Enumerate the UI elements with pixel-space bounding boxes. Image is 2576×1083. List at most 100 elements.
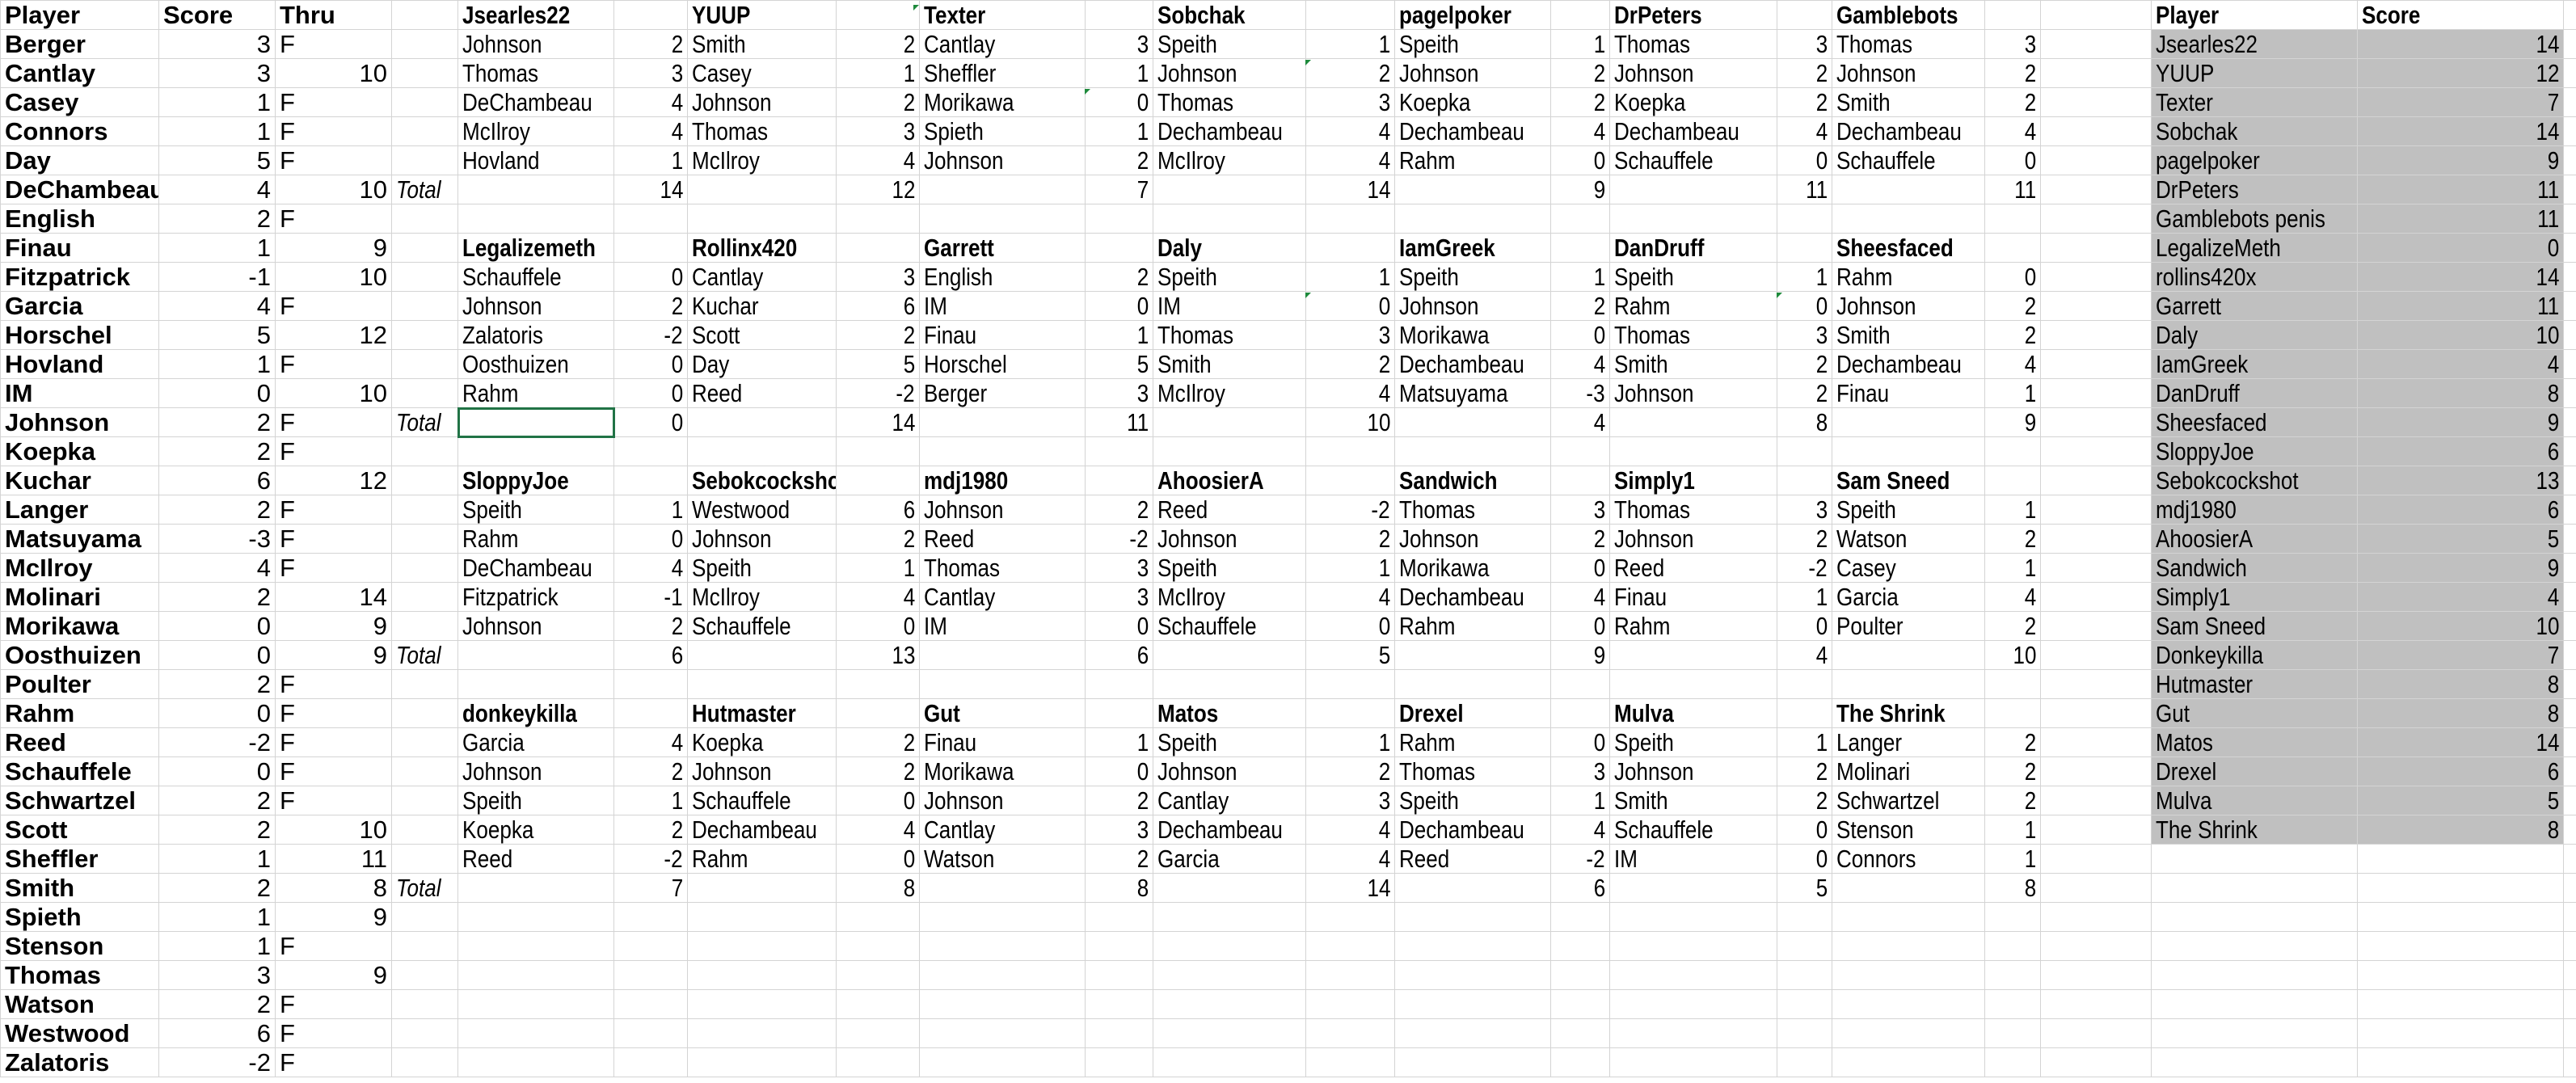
leaderboard-score-cell[interactable]: -2	[158, 1047, 276, 1077]
empty-cell[interactable]	[613, 698, 688, 728]
empty-cell[interactable]	[1609, 931, 1777, 961]
empty-cell[interactable]	[1984, 698, 2041, 728]
team-pick-score-cell[interactable]: 2	[836, 87, 920, 117]
team-pick-score-cell[interactable]: 0	[1550, 611, 1610, 641]
leaderboard-score-cell[interactable]: -1	[158, 262, 276, 292]
empty-cell[interactable]	[2040, 873, 2152, 903]
team-pick-score-cell[interactable]: 4	[836, 582, 920, 612]
empty-cell[interactable]	[2563, 291, 2576, 321]
empty-cell[interactable]	[457, 902, 614, 932]
empty-cell[interactable]	[687, 436, 837, 466]
leaderboard-player-cell[interactable]: Smith	[0, 873, 159, 903]
empty-cell[interactable]	[613, 960, 688, 990]
team-pick-golfer-cell[interactable]: Johnson	[1153, 524, 1306, 554]
empty-cell[interactable]	[1085, 204, 1153, 234]
team-pick-score-cell[interactable]: -2	[1085, 524, 1153, 554]
empty-cell[interactable]	[1609, 204, 1777, 234]
leaderboard-score-cell[interactable]: 1	[158, 116, 276, 146]
empty-cell[interactable]	[613, 902, 688, 932]
team-pick-golfer-cell[interactable]: Schwartzel	[1832, 786, 1985, 815]
empty-cell[interactable]	[2151, 902, 2358, 932]
team-name-header[interactable]: Drexel	[1394, 698, 1551, 728]
empty-cell[interactable]	[2563, 611, 2576, 641]
standings-player-cell[interactable]: Sebokcockshot	[2151, 466, 2358, 495]
leaderboard-score-cell[interactable]: 2	[158, 204, 276, 234]
empty-cell[interactable]	[457, 669, 614, 699]
empty-cell[interactable]	[1984, 989, 2041, 1019]
team-pick-score-cell[interactable]: 2	[836, 29, 920, 59]
leaderboard-score-cell[interactable]: 3	[158, 58, 276, 88]
empty-cell[interactable]	[836, 466, 920, 495]
empty-cell[interactable]	[2563, 786, 2576, 815]
empty-cell[interactable]	[613, 0, 688, 30]
empty-cell[interactable]	[457, 204, 614, 234]
team-pick-golfer-cell[interactable]: Smith	[1153, 349, 1306, 379]
team-pick-score-cell[interactable]: 2	[1984, 786, 2041, 815]
team-pick-score-cell[interactable]: 2	[1085, 145, 1153, 175]
team-total-cell[interactable]: 14	[1305, 873, 1395, 903]
empty-cell[interactable]	[1153, 1018, 1306, 1048]
team-total-cell[interactable]: 4	[1550, 407, 1610, 437]
empty-cell[interactable]	[2563, 844, 2576, 874]
leaderboard-score-cell[interactable]: 6	[158, 466, 276, 495]
standings-score-cell[interactable]: 10	[2357, 320, 2564, 350]
team-pick-golfer-cell[interactable]: Reed	[1609, 553, 1777, 583]
team-pick-score-cell[interactable]: 1	[1305, 553, 1395, 583]
leaderboard-thru-cell[interactable]: F	[275, 407, 392, 437]
empty-cell[interactable]	[1832, 960, 1985, 990]
team-total-cell[interactable]: 8	[1085, 873, 1153, 903]
team-pick-score-cell[interactable]: 3	[1305, 786, 1395, 815]
empty-cell[interactable]	[2040, 844, 2152, 874]
team-pick-score-cell[interactable]: 1	[1550, 29, 1610, 59]
team-pick-golfer-cell[interactable]: Johnson	[687, 87, 837, 117]
team-pick-score-cell[interactable]: 3	[613, 58, 688, 88]
team-pick-score-cell[interactable]: 0	[613, 349, 688, 379]
empty-cell[interactable]	[391, 349, 458, 379]
team-pick-score-cell[interactable]: 2	[836, 727, 920, 757]
empty-cell[interactable]	[613, 233, 688, 263]
standings-player-cell[interactable]: Sam Sneed	[2151, 611, 2358, 641]
leaderboard-player-cell[interactable]: Cantlay	[0, 58, 159, 88]
team-pick-score-cell[interactable]: 0	[1777, 815, 1832, 845]
team-pick-score-cell[interactable]: 3	[836, 116, 920, 146]
team-pick-golfer-cell[interactable]: Speith	[1153, 553, 1306, 583]
empty-cell[interactable]	[391, 815, 458, 845]
team-pick-golfer-cell[interactable]: Speith	[1153, 262, 1306, 292]
leaderboard-score-cell[interactable]: 0	[158, 698, 276, 728]
empty-cell[interactable]	[2357, 873, 2564, 903]
empty-cell[interactable]	[391, 87, 458, 117]
empty-cell[interactable]	[2357, 902, 2564, 932]
team-name-header[interactable]: Jsearles22	[457, 0, 614, 30]
empty-cell[interactable]	[391, 233, 458, 263]
team-pick-golfer-cell[interactable]: Dechambeau	[1832, 116, 1985, 146]
empty-cell[interactable]	[1609, 436, 1777, 466]
empty-cell[interactable]	[1153, 407, 1306, 437]
leaderboard-thru-cell[interactable]: 9	[275, 960, 392, 990]
column-header-thru[interactable]: Thru	[275, 0, 392, 30]
leaderboard-player-cell[interactable]: Thomas	[0, 960, 159, 990]
team-pick-golfer-cell[interactable]: DeChambeau	[457, 553, 614, 583]
team-pick-score-cell[interactable]: 2	[613, 815, 688, 845]
empty-cell[interactable]	[1984, 902, 2041, 932]
leaderboard-thru-cell[interactable]: F	[275, 349, 392, 379]
team-pick-score-cell[interactable]: 5	[1085, 349, 1153, 379]
team-pick-golfer-cell[interactable]: Smith	[687, 29, 837, 59]
empty-cell[interactable]	[2563, 233, 2576, 263]
empty-cell[interactable]	[391, 727, 458, 757]
empty-cell[interactable]	[2563, 727, 2576, 757]
empty-cell[interactable]	[1984, 1018, 2041, 1048]
team-total-cell[interactable]: 14	[613, 175, 688, 204]
empty-cell[interactable]	[1550, 1018, 1610, 1048]
standings-player-cell[interactable]: LegalizeMeth	[2151, 233, 2358, 263]
team-pick-golfer-cell[interactable]: Dechambeau	[1609, 116, 1777, 146]
leaderboard-player-cell[interactable]: Schauffele	[0, 756, 159, 786]
leaderboard-score-cell[interactable]: 3	[158, 29, 276, 59]
empty-cell[interactable]	[2040, 320, 2152, 350]
team-pick-score-cell[interactable]: 2	[1984, 291, 2041, 321]
empty-cell[interactable]	[2151, 989, 2358, 1019]
empty-cell[interactable]	[1394, 989, 1551, 1019]
empty-cell[interactable]	[2563, 58, 2576, 88]
leaderboard-score-cell[interactable]: 2	[158, 495, 276, 525]
empty-cell[interactable]	[1609, 175, 1777, 204]
team-total-cell[interactable]: 12	[836, 175, 920, 204]
